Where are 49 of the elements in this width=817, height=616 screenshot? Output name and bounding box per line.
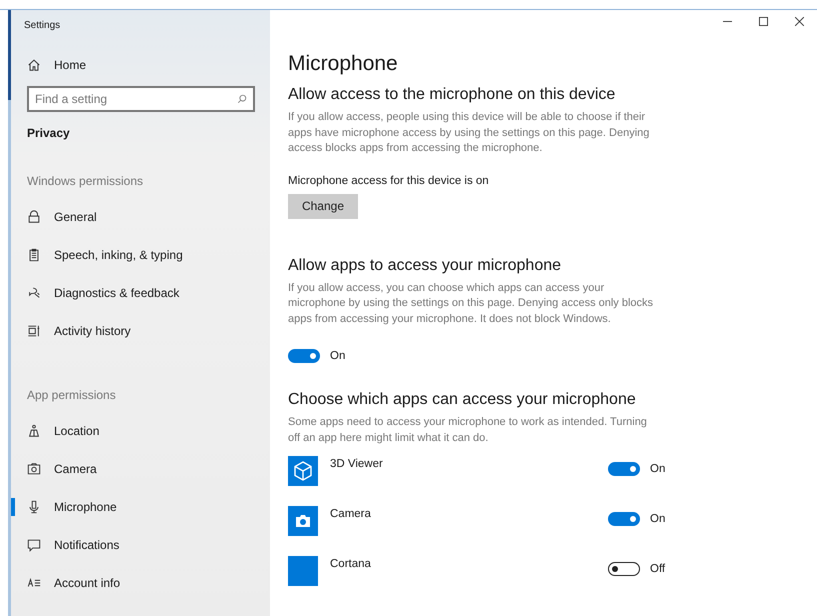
app-name: 3D Viewer <box>330 458 384 470</box>
nav-item[interactable]: Notifications <box>11 526 255 564</box>
section-description: Some apps need to access your microphone to work as intended. Turning off an app here might limit what it can do. <box>288 415 648 446</box>
change-button[interactable]: Change <box>288 194 358 218</box>
maximize-icon <box>758 16 768 26</box>
microphone-icon <box>27 500 41 514</box>
toggle-label: On <box>650 463 666 475</box>
app-name: Camera <box>330 508 372 520</box>
home-icon <box>27 58 41 72</box>
category-heading: Privacy <box>27 126 70 140</box>
person-icon <box>27 424 41 438</box>
toggle-label: On <box>330 350 346 362</box>
section-description: If you allow access, you can choose which apps can access your microphone by using the settings on this page. Denying access only blocks apps from accessing your microphone. It does not block Windows. <box>288 280 654 326</box>
search-field[interactable]: Find a setting <box>27 86 255 112</box>
nav-item[interactable]: Location <box>11 412 255 450</box>
camera-app-icon <box>288 506 318 536</box>
group-heading: Windows permissions <box>27 174 144 188</box>
window-title: Settings <box>24 20 60 31</box>
app-icon <box>288 556 318 586</box>
camera-icon <box>27 462 41 476</box>
nav-item[interactable]: General <box>11 198 255 236</box>
home-item[interactable]: Home <box>11 50 255 80</box>
status-text: Microphone access for this device is on <box>288 174 489 186</box>
section-heading: Choose which apps can access your microphone <box>288 391 636 409</box>
section-heading: Allow apps to access your microphone <box>288 256 562 274</box>
nav-item[interactable]: Camera <box>11 450 255 488</box>
nav-item[interactable]: Speech, inking, & typing <box>11 236 255 274</box>
speech-bubble-icon <box>27 538 41 552</box>
toggle-label: Off <box>650 563 666 575</box>
lock-icon <box>27 210 41 224</box>
group-heading: App permissions <box>27 388 116 402</box>
toggle-switch[interactable] <box>608 512 640 526</box>
nav-item[interactable]: Account info <box>11 564 255 602</box>
search-icon <box>237 94 247 104</box>
close-icon <box>794 16 804 26</box>
toggle-label: On <box>650 513 666 525</box>
timeline-icon <box>27 324 41 338</box>
section-heading: Allow access to the microphone on this device <box>288 86 616 104</box>
clipboard-icon <box>27 248 41 262</box>
nav-item[interactable]: Diagnostics & feedback <box>11 274 255 312</box>
app-name: Cortana <box>330 558 372 570</box>
page-title: Microphone <box>288 52 398 76</box>
toggle-switch[interactable] <box>608 562 640 576</box>
section-description: If you allow access, people using this device will be able to choose if their apps have microphone access by using the settings on this page. Denying access blocks apps from accessing the microphone. <box>288 110 650 156</box>
toggle-switch[interactable] <box>288 349 320 363</box>
cube-app-icon <box>288 456 318 486</box>
nav-item[interactable]: Activity history <box>11 312 255 350</box>
toggle-switch[interactable] <box>608 462 640 476</box>
feedback-icon <box>27 286 41 300</box>
